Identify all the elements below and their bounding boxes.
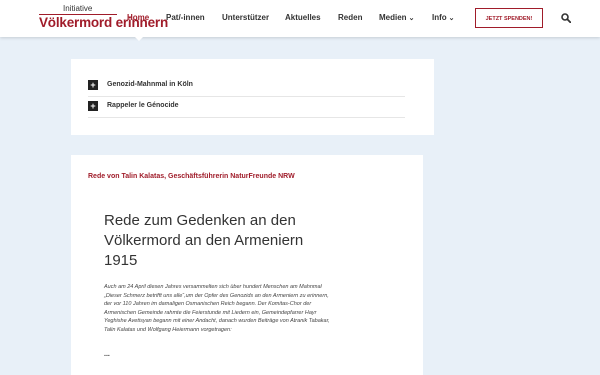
speech-body: Auch am 24 April diesen Jahres versammel… xyxy=(104,284,330,333)
nav-medien[interactable]: Medien ⌄ xyxy=(379,13,414,22)
nav-home[interactable]: Home xyxy=(127,13,149,22)
nav-info[interactable]: Info ⌄ xyxy=(432,13,455,22)
speech-title: Rede zum Gedenken an den Völkermord an d… xyxy=(104,212,304,269)
nav-paten[interactable]: Pat/-innen xyxy=(166,13,205,22)
accordion-item-label: Rappeler le Génocide xyxy=(107,102,179,109)
accordion-item-label: Genozid-Mahnmal in Köln xyxy=(107,81,193,88)
nav-aktuelles[interactable]: Aktuelles xyxy=(285,13,321,22)
accordion-card: + Genozid-Mahnmal in Köln + Rappeler le … xyxy=(71,59,434,135)
logo-subtitle: Initiative xyxy=(63,4,93,13)
active-nav-indicator xyxy=(135,37,143,41)
speech-card: Rede von Talin Kalatas, Geschäftsführeri… xyxy=(71,155,423,375)
search-icon[interactable] xyxy=(561,13,571,23)
plus-icon: + xyxy=(88,80,98,90)
accordion-item[interactable]: + Genozid-Mahnmal in Köln xyxy=(88,76,405,97)
chevron-down-icon: ⌄ xyxy=(408,15,415,22)
speech-speaker: Rede von Talin Kalatas, Geschäftsführeri… xyxy=(88,173,295,180)
donate-button[interactable]: JETZT SPENDEN! xyxy=(475,8,543,28)
nav-reden[interactable]: Reden xyxy=(338,13,362,22)
nav-info-label: Info xyxy=(432,13,447,22)
nav-unterstuetzer[interactable]: Unterstützer xyxy=(222,13,269,22)
nav-medien-label: Medien xyxy=(379,13,407,22)
accordion-item[interactable]: + Rappeler le Génocide xyxy=(88,97,405,118)
plus-icon: + xyxy=(88,101,98,111)
read-more-ellipsis: ... xyxy=(104,351,110,358)
chevron-down-icon: ⌄ xyxy=(448,15,455,22)
site-header: Initiative Völkermord erinnern Home Pat/… xyxy=(0,0,600,37)
